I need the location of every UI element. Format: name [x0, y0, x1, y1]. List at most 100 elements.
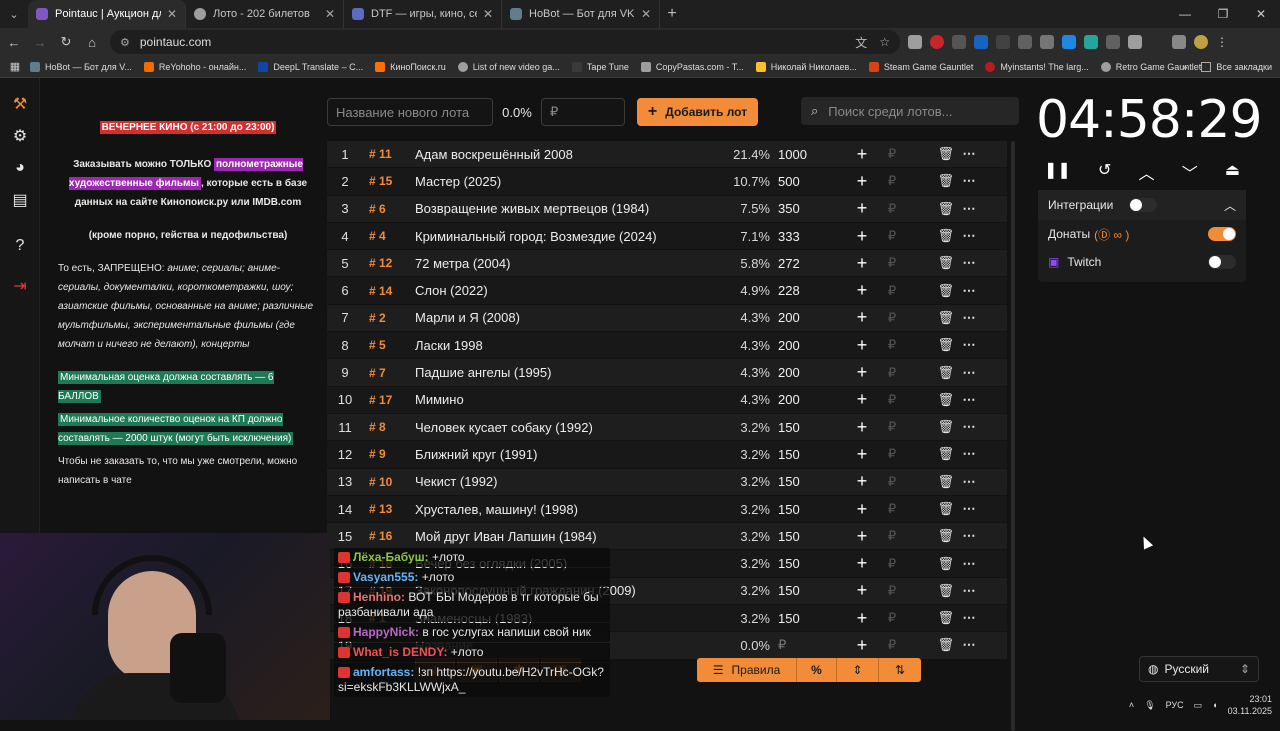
logout-icon[interactable]: ⇥: [0, 270, 40, 302]
more-icon[interactable]: ⋯: [954, 392, 984, 408]
trash-icon[interactable]: 🗑: [906, 283, 954, 299]
restore-icon[interactable]: ❐: [1204, 0, 1242, 28]
lot-amount[interactable]: 200: [770, 338, 838, 353]
clipboard-icon[interactable]: ▤: [0, 184, 40, 216]
lot-amount[interactable]: ₽: [770, 637, 838, 653]
extension-icon[interactable]: [1106, 35, 1120, 49]
plus-icon[interactable]: +: [846, 608, 878, 629]
add-lot-button[interactable]: + Добавить лот: [637, 98, 758, 126]
plus-icon[interactable]: +: [846, 280, 878, 301]
reload-icon[interactable]: ↻: [54, 30, 78, 54]
rules-button[interactable]: ☰ Правила: [697, 658, 797, 682]
lot-name[interactable]: Криминальный город: Возмездие (2024): [415, 229, 715, 244]
more-icon[interactable]: ⋯: [954, 365, 984, 381]
scrollbar[interactable]: [1011, 141, 1015, 731]
lot-name[interactable]: Марли и Я (2008): [415, 310, 715, 325]
trash-icon[interactable]: 🗑: [906, 392, 954, 408]
bookmark-item[interactable]: CopyPastas.com - T...: [640, 61, 744, 72]
trash-icon[interactable]: 🗑: [906, 501, 954, 517]
more-icon[interactable]: ⋯: [954, 173, 984, 189]
lot-name[interactable]: Человек кусает собаку (1992): [415, 420, 715, 435]
trash-icon[interactable]: 🗑: [906, 228, 954, 244]
plus-icon[interactable]: +: [846, 389, 878, 410]
close-icon[interactable]: ✕: [483, 7, 493, 21]
trash-icon[interactable]: 🗑: [906, 255, 954, 271]
more-icon[interactable]: ⋯: [954, 474, 984, 490]
language-select[interactable]: ◍ Русский ⇕: [1139, 656, 1259, 682]
trash-icon[interactable]: 🗑: [906, 446, 954, 462]
bookmark-item[interactable]: Николай Николаев...: [755, 61, 857, 72]
all-bookmarks[interactable]: » Все закладки: [1182, 56, 1272, 78]
lot-amount[interactable]: 150: [770, 474, 838, 489]
lot-amount[interactable]: 150: [770, 502, 838, 517]
donations-toggle[interactable]: [1208, 227, 1236, 241]
integrations-toggle[interactable]: [1129, 198, 1158, 212]
tab-search-icon[interactable]: ⌄: [0, 0, 28, 28]
chevron-up-icon[interactable]: ︿: [1139, 160, 1155, 184]
trash-icon[interactable]: 🗑: [906, 310, 954, 326]
trash-icon[interactable]: 🗑: [906, 365, 954, 381]
more-icon[interactable]: ⋯: [954, 419, 984, 435]
lot-name[interactable]: 72 метра (2004): [415, 256, 715, 271]
plus-icon[interactable]: +: [846, 335, 878, 356]
close-icon[interactable]: ✕: [641, 7, 651, 21]
plus-icon[interactable]: +: [846, 307, 878, 328]
plus-icon[interactable]: +: [846, 444, 878, 465]
network-icon[interactable]: ▭: [1194, 700, 1203, 711]
lot-name[interactable]: Мой друг Иван Лапшин (1984): [415, 529, 715, 544]
extension-icon[interactable]: [1084, 35, 1098, 49]
bookmark-item[interactable]: List of new video ga...: [457, 61, 560, 72]
plus-icon[interactable]: +: [846, 144, 878, 165]
trash-icon[interactable]: 🗑: [906, 610, 954, 626]
forward-icon[interactable]: →: [28, 30, 52, 54]
close-window-icon[interactable]: ✕: [1242, 0, 1280, 28]
lot-amount[interactable]: 150: [770, 447, 838, 462]
lot-name[interactable]: Слон (2022): [415, 283, 715, 298]
trash-icon[interactable]: 🗑: [906, 583, 954, 599]
more-icon[interactable]: ⋯: [954, 283, 984, 299]
reading-list-icon[interactable]: [1172, 35, 1186, 49]
lot-amount[interactable]: 150: [770, 529, 838, 544]
more-icon[interactable]: ⋯: [954, 583, 984, 599]
more-icon[interactable]: ⋯: [954, 228, 984, 244]
lot-name[interactable]: Падшие ангелы (1995): [415, 365, 715, 380]
trash-icon[interactable]: 🗑: [906, 146, 954, 162]
lot-amount[interactable]: 150: [770, 583, 838, 598]
more-icon[interactable]: ⋯: [954, 337, 984, 353]
more-icon[interactable]: ⋯: [954, 446, 984, 462]
address-bar[interactable]: ⚙ pointauc.com 文 ☆: [110, 30, 900, 54]
puzzle-icon[interactable]: [1128, 35, 1142, 49]
star-icon[interactable]: ☆: [879, 35, 890, 49]
more-icon[interactable]: ⋯: [954, 610, 984, 626]
more-icon[interactable]: ⋯: [954, 201, 984, 217]
lot-name[interactable]: Хрусталев, машину! (1998): [415, 502, 715, 517]
lot-name[interactable]: Ближний круг (1991): [415, 447, 715, 462]
tab-loto[interactable]: Лото - 202 билетов ✕: [186, 0, 344, 28]
plus-icon[interactable]: +: [846, 417, 878, 438]
tab-dtf[interactable]: DTF — игры, кино, сериалы, р ✕: [344, 0, 502, 28]
back-icon[interactable]: ←: [2, 30, 26, 54]
trash-icon[interactable]: 🗑: [906, 419, 954, 435]
plus-icon[interactable]: +: [846, 171, 878, 192]
integrations-header[interactable]: Интеграции ︿: [1038, 190, 1246, 220]
plus-icon[interactable]: +: [846, 362, 878, 383]
lot-amount[interactable]: 272: [770, 256, 838, 271]
lot-search-input[interactable]: ⌕ Поиск среди лотов...: [801, 97, 1019, 125]
trash-icon[interactable]: 🗑: [906, 474, 954, 490]
bookmark-item[interactable]: HoBot — Бот для V...: [30, 61, 132, 72]
trash-icon[interactable]: 🗑: [906, 337, 954, 353]
wheel-icon[interactable]: ◕: [0, 152, 40, 184]
plus-icon[interactable]: +: [846, 198, 878, 219]
more-icon[interactable]: ⋯: [954, 310, 984, 326]
bookmark-item[interactable]: Steam Game Gauntlet: [868, 61, 973, 72]
pause-icon[interactable]: ❚❚: [1044, 160, 1071, 184]
compress-icon[interactable]: ⇕: [837, 658, 879, 682]
more-icon[interactable]: ⋯: [954, 637, 984, 653]
lot-amount[interactable]: 200: [770, 392, 838, 407]
extension-icon[interactable]: [996, 35, 1010, 49]
lot-name[interactable]: Ласки 1998: [415, 338, 715, 353]
menu-icon[interactable]: ⋮: [1216, 35, 1228, 49]
extension-icon[interactable]: [908, 35, 922, 49]
sort-icon[interactable]: ⇅: [879, 658, 921, 682]
bookmark-item[interactable]: Tape Tune: [571, 61, 629, 72]
